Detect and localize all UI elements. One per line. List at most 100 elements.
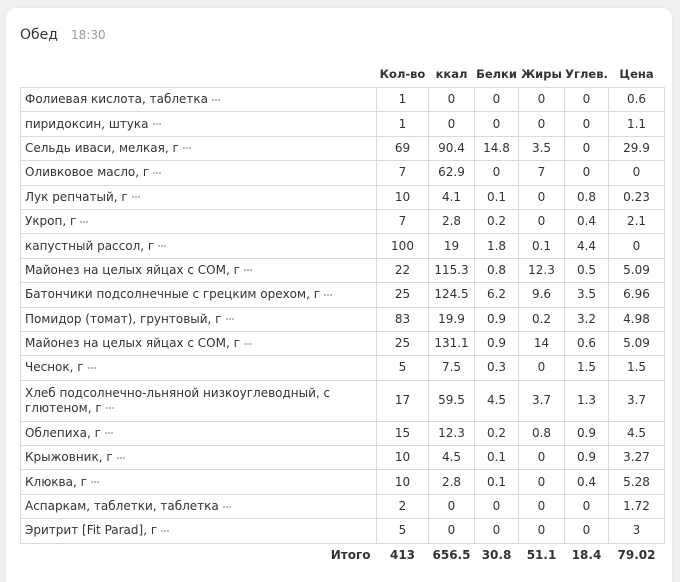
more-dots-icon[interactable] — [212, 92, 221, 107]
food-name: Батончики подсолнечные с грецким орехом,… — [25, 287, 321, 302]
cell-price: 0 — [608, 233, 665, 259]
cell-carbs: 0.9 — [564, 420, 609, 447]
cell-qty: 22 — [376, 257, 429, 284]
food-name: Фолиевая кислота, таблетка — [25, 92, 208, 107]
cell-carbs: 1.3 — [564, 379, 609, 422]
table-row: Майонез на целых яйцах с СОМ, г 22 115.3 0.… — [20, 257, 665, 284]
header-kcal: ккал — [435, 66, 468, 81]
cell-kcal: 19.9 — [428, 306, 475, 332]
cell-carbs: 0.4 — [564, 469, 609, 495]
cell-qty: 1 — [376, 86, 429, 113]
cell-carbs: 0 — [564, 86, 609, 113]
cell-price: 1.72 — [608, 493, 665, 520]
table-row: капустный рассол, г 100 19 1.8 0.1 4.4 0 — [20, 233, 665, 259]
cell-carbs: 0.5 — [564, 257, 609, 284]
cell-fat: 0.8 — [518, 420, 565, 447]
header-qty: Кол-во — [379, 66, 426, 81]
cell-qty: 25 — [376, 330, 429, 357]
food-name-cell: Майонез на целых яйцах с СОМ, г — [20, 257, 377, 284]
cell-protein: 6.2 — [474, 282, 519, 308]
table-row: Клюква, г 10 2.8 0.1 0 0.4 5.28 — [20, 469, 665, 495]
header-fat: Жиры — [521, 66, 562, 81]
food-name-cell: Фолиевая кислота, таблетка — [20, 86, 377, 113]
cell-fat: 0 — [518, 184, 565, 210]
more-dots-icon[interactable] — [80, 214, 89, 229]
food-name: Майонез на целых яйцах с СОМ, г — [25, 262, 240, 277]
cell-price: 5.09 — [608, 330, 665, 357]
cell-qty: 1 — [376, 111, 429, 137]
more-dots-icon[interactable] — [158, 239, 167, 254]
table-row: Оливковое масло, г 7 62.9 0 7 0 0 — [20, 160, 665, 186]
food-name: Оливковое масло, г — [25, 165, 150, 180]
cell-fat: 0 — [518, 493, 565, 520]
cell-price: 4.98 — [608, 306, 665, 332]
cell-qty: 69 — [376, 135, 429, 162]
cell-fat: 0 — [518, 445, 565, 471]
header-price: Цена — [619, 66, 654, 81]
more-dots-icon[interactable] — [131, 190, 141, 205]
cell-protein: 0.2 — [474, 420, 519, 447]
cell-protein: 0 — [474, 111, 519, 137]
more-dots-icon[interactable] — [243, 336, 253, 351]
cell-qty: 17 — [376, 379, 429, 422]
table-row: Майонез на целых яйцах с СОМ, г 25 131.1 0.… — [20, 330, 665, 357]
total-kcal: 656.5 — [432, 548, 471, 563]
table-row: Хлеб подсолнечно-льняной низкоуглеводный… — [20, 379, 665, 422]
food-name: пиридоксин, штука — [25, 116, 149, 131]
food-name-cell: Сельдь иваси, мелкая, г — [20, 135, 377, 162]
cell-price: 3 — [608, 518, 665, 544]
cell-protein: 0 — [474, 493, 519, 520]
food-name: Эритрит [Fit Parad], г — [25, 523, 158, 538]
food-name-cell: Батончики подсолнечные с грецким орехом,… — [20, 282, 377, 308]
food-name: Укроп, г — [25, 214, 77, 229]
cell-price: 1.1 — [608, 111, 665, 137]
cell-kcal: 7.5 — [428, 355, 475, 381]
food-name: Помидор (томат), грунтовый, г — [25, 311, 222, 326]
food-name: Аспаркам, таблетки, таблетка — [25, 499, 219, 514]
food-name: Клюква, г — [25, 474, 87, 489]
cell-fat: 0 — [518, 355, 565, 381]
food-name-cell: Хлеб подсолнечно-льняной низкоуглеводный… — [20, 379, 377, 422]
cell-kcal: 59.5 — [428, 379, 475, 422]
more-dots-icon[interactable] — [90, 475, 100, 490]
more-dots-icon[interactable] — [153, 165, 162, 180]
more-dots-icon[interactable] — [182, 141, 192, 156]
meal-title: Обед — [20, 27, 58, 43]
table-row: Сельдь иваси, мелкая, г 69 90.4 14.8 3.5 0 29.… — [20, 135, 665, 162]
cell-protein: 0.1 — [474, 445, 519, 471]
cell-price: 3.27 — [608, 445, 665, 471]
more-dots-icon[interactable] — [225, 312, 235, 327]
more-dots-icon[interactable] — [161, 523, 170, 538]
food-name-cell: Эритрит [Fit Parad], г — [20, 518, 377, 544]
food-name: Хлеб подсолнечно-льняной низкоуглеводный… — [25, 385, 331, 415]
cell-price: 0.23 — [608, 184, 665, 210]
more-dots-icon[interactable] — [152, 117, 162, 132]
total-carbs: 18.4 — [571, 548, 602, 563]
cell-qty: 10 — [376, 184, 429, 210]
more-dots-icon[interactable] — [116, 450, 126, 465]
cell-protein: 0.8 — [474, 257, 519, 284]
food-name-cell: Оливковое масло, г — [20, 160, 377, 186]
food-name-cell: Клюква, г — [20, 469, 377, 495]
more-dots-icon[interactable] — [87, 360, 97, 375]
food-name-cell: Майонез на целых яйцах с СОМ, г — [20, 330, 377, 357]
more-dots-icon[interactable] — [324, 287, 333, 302]
cell-carbs: 1.5 — [564, 355, 609, 381]
cell-price: 3.7 — [608, 379, 665, 422]
table-row: пиридоксин, штука 1 0 0 0 0 1.1 — [20, 111, 665, 137]
cell-kcal: 12.3 — [428, 420, 475, 447]
cell-fat: 0.2 — [518, 306, 565, 332]
cell-qty: 100 — [376, 233, 429, 259]
cell-fat: 14 — [518, 330, 565, 357]
more-dots-icon[interactable] — [104, 426, 114, 441]
more-dots-icon[interactable] — [105, 401, 115, 416]
more-dots-icon[interactable] — [243, 263, 253, 278]
cell-protein: 0 — [474, 518, 519, 544]
cell-carbs: 0.4 — [564, 208, 609, 235]
cell-kcal: 2.8 — [428, 469, 475, 495]
food-name: Майонез на целых яйцах с СОМ, г — [25, 336, 240, 351]
more-dots-icon[interactable] — [222, 499, 232, 514]
cell-price: 2.1 — [608, 208, 665, 235]
cell-fat: 7 — [518, 160, 565, 186]
table-row: Лук репчатый, г 10 4.1 0.1 0 0.8 0.23 — [20, 184, 665, 210]
